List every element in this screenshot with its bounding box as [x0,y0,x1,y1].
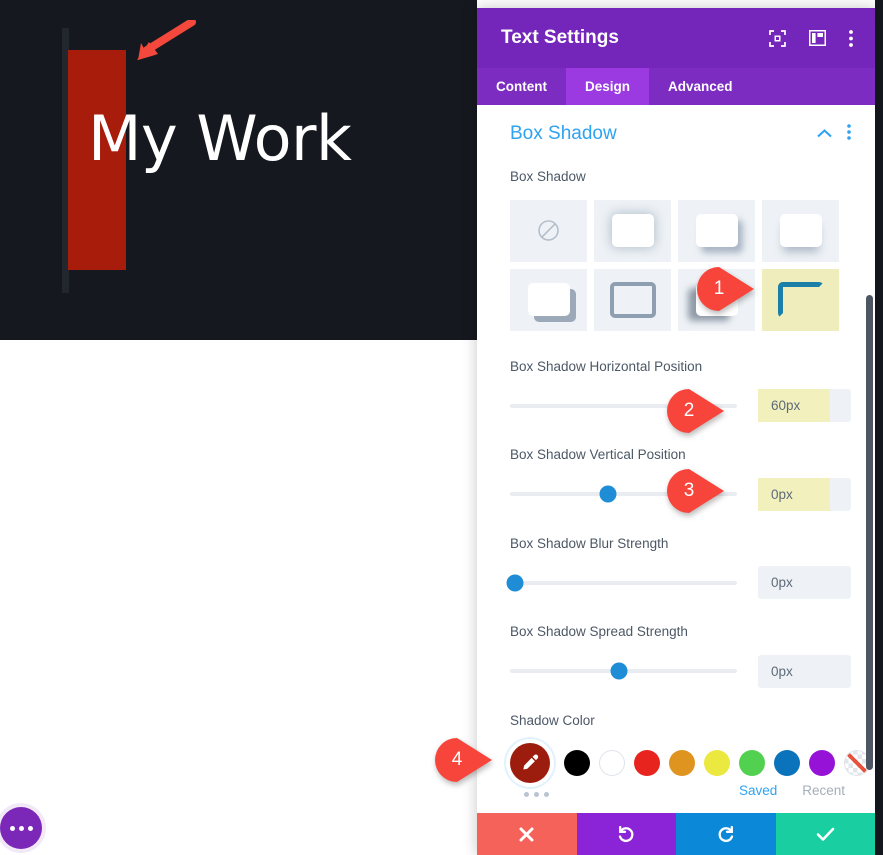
field-blur-strength: Box Shadow Blur Strength 0px [506,534,851,600]
preset-bottom-right-hard[interactable] [510,268,587,331]
preview-pointer-arrow [137,20,196,60]
dot-icon [27,825,33,831]
recent-colors-tab[interactable]: Recent [802,783,845,798]
eyedropper-icon [523,754,539,770]
panel-scrollbar-thumb[interactable] [866,295,873,770]
swatch-purple[interactable] [809,750,835,777]
field-shadow-color: Shadow Color Saved Recent [510,711,870,798]
color-saved-recent-tabs: Saved Recent [510,783,851,798]
divi-menu-button[interactable] [0,807,42,849]
swatch-orange[interactable] [669,750,695,777]
swatch-yellow[interactable] [704,750,730,777]
box-shadow-preset-grid [510,199,851,331]
focus-target-icon[interactable] [769,29,786,47]
shadow-color-swatches [510,743,870,784]
annotation-number: 1 [713,278,725,299]
vertical-position-input[interactable]: 0px [758,477,851,511]
saved-colors-tab[interactable]: Saved [739,783,777,798]
section-menu-vertical-dots-icon[interactable] [847,123,851,145]
cancel-button[interactable] [477,813,577,855]
field-label: Box Shadow Horizontal Position [510,358,703,374]
preset-bottom-right-soft[interactable] [678,199,755,262]
annotation-badge-3: 3 [667,469,725,513]
swatch-green[interactable] [739,750,765,777]
field-label: Box Shadow Vertical Position [510,447,686,463]
preset-none[interactable] [510,199,587,262]
dot-icon [18,825,24,831]
slider-knob[interactable] [506,574,524,592]
dot-icon [9,825,15,831]
redo-button[interactable] [676,813,776,855]
panel-header-icons [769,29,853,47]
canvas-dark-edge [875,0,883,855]
color-picker-button[interactable] [510,743,550,784]
tab-content[interactable]: Content [477,68,566,105]
spread-strength-input[interactable]: 0px [758,654,851,688]
slider-knob[interactable] [599,485,617,503]
preset-outline-border[interactable] [594,268,671,331]
vertical-dots-icon[interactable] [849,29,853,47]
panel-scroll-area[interactable]: Box Shadow Box Shadow Box Shadow Horizon… [477,105,875,813]
preset-glow-all-around[interactable] [594,199,671,262]
save-button[interactable] [775,813,875,855]
annotation-number: 3 [683,480,695,501]
panel-action-bar [477,813,875,855]
annotation-badge-2: 2 [667,389,725,433]
field-spread-strength: Box Shadow Spread Strength 0px [510,622,851,688]
swatch-white[interactable] [599,750,625,777]
page-blank-area [0,340,477,855]
page-preview-canvas[interactable]: My Work [0,0,477,340]
shadow-color-label: Shadow Color [510,712,595,728]
annotation-number: 2 [683,400,695,421]
preview-heading-text[interactable]: My Work [88,106,352,171]
slider-knob[interactable] [610,662,628,680]
swatch-red[interactable] [634,750,660,777]
preset-bottom-soft[interactable] [762,199,839,262]
field-value: 0px [771,575,793,591]
blur-strength-slider[interactable] [506,574,737,592]
section-title: Box Shadow [510,123,617,144]
preset-top-left-corner[interactable] [762,268,839,331]
swatch-blue[interactable] [774,750,800,777]
tab-advanced[interactable]: Advanced [649,68,752,105]
field-label: Box Shadow Spread Strength [510,624,688,640]
annotation-badge-4: 4 [435,738,493,782]
undo-button[interactable] [576,813,676,855]
box-shadow-label: Box Shadow [510,169,586,184]
panel-title: Text Settings [501,27,619,48]
annotation-badge-1: 1 [697,267,755,311]
field-label: Box Shadow Blur Strength [510,535,669,551]
box-shadow-section-header: Box Shadow [510,123,851,145]
close-icon [519,827,534,841]
layout-panel-icon[interactable] [809,30,826,46]
field-value: 60px [771,398,801,414]
value-highlight [758,477,830,511]
annotation-number: 4 [451,749,463,770]
chevron-up-icon[interactable] [817,125,832,143]
undo-icon [618,825,634,842]
swatch-black[interactable] [564,750,590,777]
horizontal-position-input[interactable]: 60px [758,389,851,423]
panel-tabs: Content Design Advanced [477,68,875,105]
tab-design[interactable]: Design [566,68,650,105]
redo-icon [718,825,734,842]
panel-header: Text Settings [477,8,875,68]
blur-strength-input[interactable]: 0px [758,566,851,600]
field-value: 0px [771,663,793,679]
field-value: 0px [771,486,793,502]
no-shadow-icon [538,220,559,241]
spread-strength-slider[interactable] [510,662,737,680]
check-icon [816,827,835,841]
